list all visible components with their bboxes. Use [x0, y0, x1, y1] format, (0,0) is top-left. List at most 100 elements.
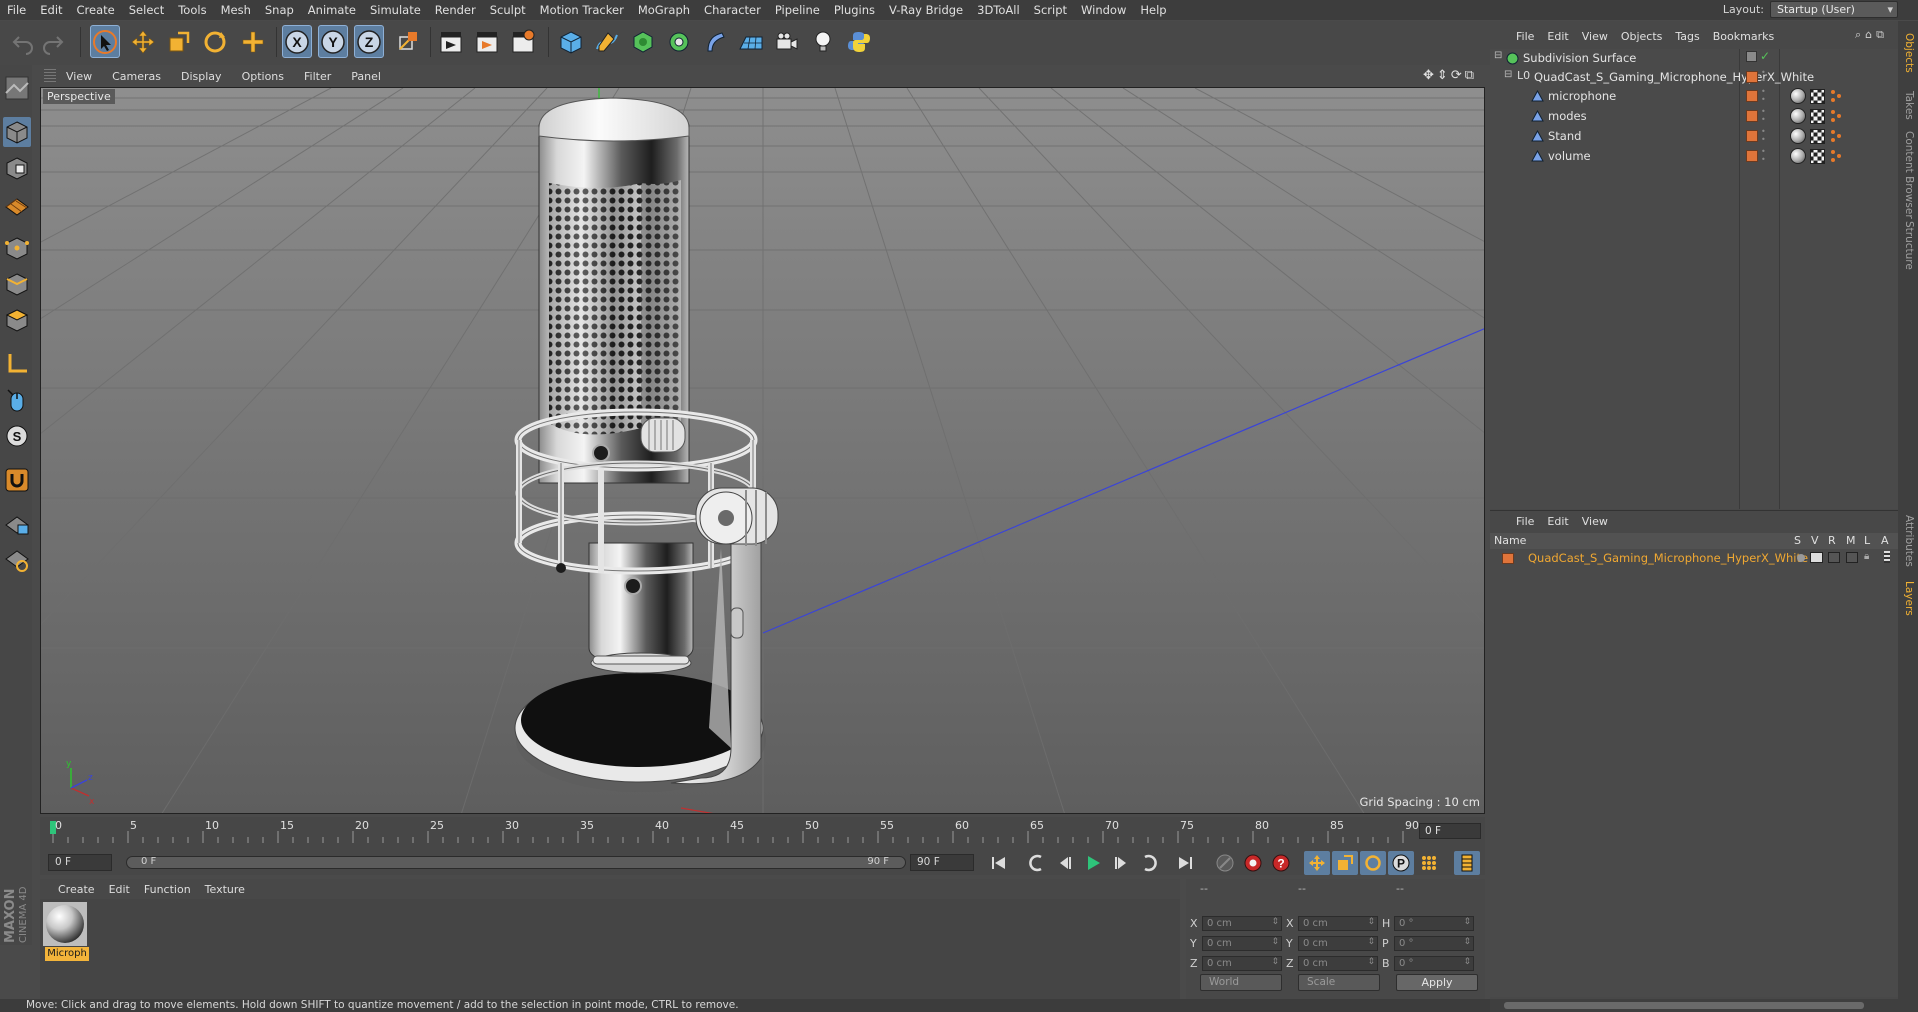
rotate-tool-button[interactable]: [200, 25, 230, 58]
viewport-menu-options[interactable]: Options: [232, 70, 294, 83]
key-parameter-button[interactable]: P: [1388, 851, 1414, 875]
add-light-button[interactable]: [808, 25, 838, 58]
menu-plugins[interactable]: Plugins: [827, 3, 882, 17]
live-selection-button[interactable]: [90, 25, 120, 58]
lock-x-axis-button[interactable]: X: [282, 25, 312, 58]
layout-select[interactable]: Startup (User): [1770, 1, 1898, 18]
object-menu-objects[interactable]: Objects: [1617, 30, 1672, 43]
tab-structure[interactable]: Structure: [1903, 221, 1915, 270]
key-scale-button[interactable]: [1332, 851, 1358, 875]
collapse-toggle[interactable]: ⊟: [1494, 50, 1502, 61]
viewport-menu-display[interactable]: Display: [171, 70, 232, 83]
menu-motion-tracker[interactable]: Motion Tracker: [533, 3, 631, 17]
make-editable-button[interactable]: [3, 73, 31, 103]
menu-file[interactable]: File: [0, 3, 33, 17]
visibility-dots[interactable]: • •: [1761, 128, 1766, 144]
menu-tools[interactable]: Tools: [171, 3, 213, 17]
selection-tag-icon[interactable]: [1830, 109, 1842, 123]
lock-icon[interactable]: 🔒︎: [1864, 551, 1869, 562]
go-to-end-button[interactable]: [1172, 851, 1198, 875]
previous-frame-button[interactable]: [1052, 851, 1078, 875]
visibility-dots[interactable]: • •: [1761, 69, 1766, 85]
position-y-field[interactable]: 0 cm: [1202, 935, 1282, 951]
menu-help[interactable]: Help: [1133, 3, 1173, 17]
layer-render-toggle[interactable]: [1828, 552, 1840, 563]
render-settings-button[interactable]: [508, 25, 538, 58]
next-keyframe-button[interactable]: [1136, 851, 1162, 875]
layer-view-toggle[interactable]: [1810, 552, 1823, 563]
texture-mode-button[interactable]: [3, 153, 31, 183]
recent-tool-button[interactable]: [238, 25, 268, 58]
layer-menu-edit[interactable]: Edit: [1543, 515, 1577, 528]
menu-render[interactable]: Render: [428, 3, 483, 17]
menu-mograph[interactable]: MoGraph: [631, 3, 697, 17]
enable-snap-button[interactable]: [3, 465, 31, 495]
object-row-subdivision-surface[interactable]: ⊟ Subdivision Surface ✓: [1490, 49, 1898, 68]
add-array-button[interactable]: [664, 25, 694, 58]
tab-takes[interactable]: Takes: [1903, 91, 1915, 120]
coordinate-space-select[interactable]: World: [1200, 974, 1282, 991]
enabled-check-icon[interactable]: ✓: [1760, 49, 1770, 63]
end-frame-field[interactable]: 90 F: [910, 854, 974, 871]
workplane-mode-button[interactable]: [3, 189, 31, 219]
object-menu-tags[interactable]: Tags: [1671, 30, 1708, 43]
model-mode-button[interactable]: [3, 117, 31, 147]
object-menu-edit[interactable]: Edit: [1543, 30, 1577, 43]
redo-button[interactable]: [38, 25, 68, 58]
size-mode-select[interactable]: Scale: [1298, 974, 1380, 991]
material-menu-create[interactable]: Create: [54, 883, 105, 896]
tweak-mode-button[interactable]: [3, 385, 31, 415]
menu-snap[interactable]: Snap: [258, 3, 301, 17]
texture-tag-icon[interactable]: [1810, 109, 1825, 124]
add-cube-button[interactable]: [556, 25, 586, 58]
rotation-b-field[interactable]: 0 °: [1394, 955, 1474, 971]
undo-button[interactable]: [8, 25, 38, 58]
axis-mode-button[interactable]: [3, 349, 31, 379]
material-tag-icon[interactable]: [1790, 128, 1806, 144]
go-to-start-button[interactable]: [986, 851, 1012, 875]
polygons-mode-button[interactable]: [3, 305, 31, 335]
lock-z-axis-button[interactable]: Z: [354, 25, 384, 58]
layer-column-render[interactable]: R: [1828, 534, 1836, 547]
render-view-button[interactable]: [436, 25, 466, 58]
add-floor-button[interactable]: [736, 25, 766, 58]
object-manager-search-icons[interactable]: ⌕⌂⧉: [1855, 28, 1888, 42]
menu-pipeline[interactable]: Pipeline: [768, 3, 827, 17]
material-menu-texture[interactable]: Texture: [201, 883, 255, 896]
previous-keyframe-button[interactable]: [1024, 851, 1050, 875]
lock-y-axis-button[interactable]: Y: [318, 25, 348, 58]
layer-animation-toggle[interactable]: [1884, 551, 1890, 563]
layer-color-swatch[interactable]: [1502, 553, 1514, 564]
position-z-field[interactable]: 0 cm: [1202, 955, 1282, 971]
key-position-button[interactable]: [1304, 851, 1330, 875]
timeline-ruler[interactable]: 0 5 10 15 20 25 30 35 40 45 50 55 60 65 70 75 80 85 90 0 F: [40, 817, 1485, 853]
keyframe-selection-button[interactable]: ?: [1268, 851, 1294, 875]
layer-column-name[interactable]: Name: [1494, 534, 1526, 547]
layer-color-swatch[interactable]: [1746, 71, 1758, 83]
add-generator-button[interactable]: [628, 25, 658, 58]
selection-tag-icon[interactable]: [1830, 149, 1842, 163]
menu-simulate[interactable]: Simulate: [363, 3, 428, 17]
material-tag-icon[interactable]: [1790, 148, 1806, 164]
add-spline-button[interactable]: [592, 25, 622, 58]
preview-range-slider[interactable]: 0 F 90 F: [126, 856, 906, 869]
menu-edit[interactable]: Edit: [33, 3, 69, 17]
layer-solo-toggle[interactable]: [1797, 554, 1805, 562]
object-menu-view[interactable]: View: [1578, 30, 1617, 43]
material-tag-icon[interactable]: [1790, 108, 1806, 124]
layer-column-view[interactable]: V: [1811, 534, 1819, 547]
layer-column-manager[interactable]: M: [1846, 534, 1856, 547]
layer-menu-view[interactable]: View: [1578, 515, 1617, 528]
collapse-toggle[interactable]: ⊟: [1504, 69, 1512, 80]
visibility-dots[interactable]: • •: [1761, 108, 1766, 124]
scrollbar-thumb[interactable]: [1504, 1002, 1864, 1009]
size-x-field[interactable]: 0 cm: [1298, 915, 1378, 931]
viewport-navigation-icons[interactable]: ✥⇕⟳⧉: [1423, 68, 1477, 83]
current-frame-field[interactable]: 0 F: [1419, 823, 1481, 839]
apply-button[interactable]: Apply: [1396, 974, 1478, 991]
menu-select[interactable]: Select: [122, 3, 171, 17]
material-menu-function[interactable]: Function: [140, 883, 201, 896]
autokeying-button[interactable]: [1240, 851, 1266, 875]
tab-layers[interactable]: Layers: [1903, 581, 1915, 616]
lock-workplane-button[interactable]: [3, 509, 31, 539]
